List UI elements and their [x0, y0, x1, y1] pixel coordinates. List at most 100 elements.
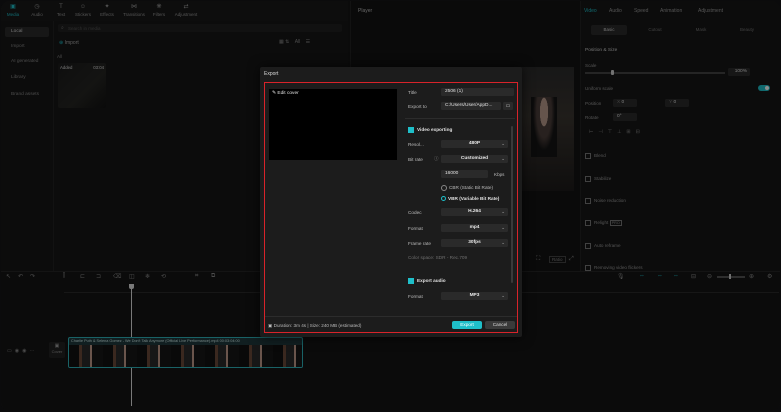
- toolbar-transitions[interactable]: ⋈ Transitions: [121, 4, 147, 17]
- split-left-icon[interactable]: ⊏: [80, 273, 85, 280]
- tab-audio[interactable]: Audio: [609, 8, 622, 14]
- stabilize-row[interactable]: Stabilize: [585, 176, 611, 182]
- sidebar-item-import[interactable]: Import: [5, 42, 49, 52]
- crop-icon[interactable]: ⌗: [195, 273, 198, 280]
- cancel-button[interactable]: Cancel: [485, 321, 515, 329]
- edit-cover-button[interactable]: ✎ Edit cover: [272, 91, 299, 96]
- noise-row[interactable]: Noise reduction: [585, 198, 626, 204]
- tab-video[interactable]: Video: [584, 8, 597, 14]
- toolbar-media[interactable]: ▣ Media: [3, 4, 23, 17]
- toolbar-stickers[interactable]: ☺ Stickers: [73, 4, 93, 17]
- select-tool-icon[interactable]: ↖: [6, 273, 11, 280]
- bitrate-input[interactable]: 16000: [441, 170, 488, 178]
- format-select[interactable]: mp4 ⌄: [441, 224, 508, 232]
- title-input[interactable]: 2506 (1): [441, 88, 514, 96]
- zoom-out-icon[interactable]: ⊖: [707, 273, 712, 280]
- freeze-icon[interactable]: ❄: [145, 273, 150, 280]
- cover-button[interactable]: ▣ Cover: [49, 342, 65, 358]
- relight-checkbox[interactable]: [585, 220, 591, 226]
- folder-icon[interactable]: ▭: [503, 102, 513, 110]
- mirror-icon[interactable]: ◫: [129, 273, 135, 280]
- subtab-mask[interactable]: Mask: [683, 25, 719, 35]
- preview-axis-icon[interactable]: ⊟: [691, 273, 696, 280]
- expand-icon[interactable]: ⤢: [569, 256, 574, 263]
- scale-slider[interactable]: [585, 70, 725, 75]
- link-icon[interactable]: ⇔: [639, 273, 645, 279]
- redo-icon[interactable]: ↷: [30, 273, 35, 280]
- eye-icon[interactable]: ◉: [15, 348, 22, 354]
- blend-checkbox[interactable]: [585, 153, 591, 159]
- cbr-radio-row[interactable]: CBR (Static Bit Rate): [441, 185, 493, 191]
- media-thumbnail[interactable]: Added 03:04: [58, 63, 106, 108]
- more-icon[interactable]: ⋯: [29, 348, 37, 354]
- tab-speed[interactable]: Speed: [634, 8, 648, 14]
- zoom-in-icon[interactable]: ⊕: [749, 273, 754, 280]
- stabilize-checkbox[interactable]: [585, 176, 591, 182]
- rotate-field[interactable]: 0°: [613, 113, 637, 121]
- sidebar-item-ai-generated[interactable]: AI generated: [5, 57, 49, 67]
- export-audio-row[interactable]: Export audio: [408, 278, 446, 284]
- subtab-cutout[interactable]: Cutout: [637, 25, 673, 35]
- timeline-settings-icon[interactable]: ⚙: [767, 273, 772, 280]
- import-button[interactable]: ⊕ Import: [59, 40, 79, 46]
- undo-icon[interactable]: ↶: [18, 273, 23, 280]
- cover-preview[interactable]: ✎ Edit cover: [269, 89, 397, 160]
- scale-value[interactable]: 100%: [728, 68, 750, 76]
- codec-select[interactable]: H.264 ⌄: [441, 208, 508, 216]
- zoom-slider-handle[interactable]: [729, 274, 731, 279]
- transform-icon[interactable]: ⧉: [211, 273, 215, 280]
- relight-row[interactable]: Relight PRO: [585, 220, 622, 227]
- subtab-beauty[interactable]: Beauty: [729, 25, 765, 35]
- reverse-icon[interactable]: ⟲: [161, 273, 166, 280]
- toolbar-effects[interactable]: ✦ Effects: [97, 4, 117, 17]
- sidebar-item-local[interactable]: Local: [5, 27, 49, 37]
- export-scrollbar[interactable]: [511, 126, 513, 283]
- scale-slider-handle[interactable]: [611, 70, 614, 75]
- zoom-slider[interactable]: [717, 274, 745, 279]
- toolbar-audio[interactable]: ◷ Audio: [27, 4, 47, 17]
- sidebar-item-brand-assets[interactable]: Brand assets: [5, 90, 49, 100]
- view-options[interactable]: ▦ ⇅ All ☰: [279, 39, 310, 45]
- vbr-radio-row[interactable]: VBR (Variable Bit Rate): [441, 196, 499, 202]
- toolbar-text[interactable]: T Text: [51, 4, 71, 17]
- record-icon[interactable]: 🎙: [617, 273, 625, 280]
- bitrate-select[interactable]: Customized ⌄: [441, 155, 508, 163]
- search-input[interactable]: ⌕ Search in media: [58, 24, 342, 32]
- toolbar-filters[interactable]: ❋ Filters: [149, 4, 169, 17]
- position-y-value: 0: [673, 100, 677, 105]
- resolution-select[interactable]: 480P ⌄: [441, 140, 508, 148]
- subtab-basic[interactable]: Basic: [591, 25, 627, 35]
- video-exporting-row[interactable]: Video exporting: [408, 127, 452, 133]
- export-path-input[interactable]: C:/Users/User/AppD...: [441, 102, 501, 110]
- ratio-button[interactable]: Ratio: [549, 256, 566, 263]
- auto-reframe-row[interactable]: Auto reframe: [585, 243, 621, 249]
- snap-icon[interactable]: ⇔: [673, 273, 679, 279]
- video-exporting-checkbox[interactable]: [408, 127, 414, 133]
- fullscreen-icon[interactable]: ⛶: [536, 256, 540, 263]
- export-audio-checkbox[interactable]: [408, 278, 414, 284]
- split-right-icon[interactable]: ⊐: [96, 273, 101, 280]
- export-button[interactable]: Export: [452, 321, 482, 329]
- lock-icon[interactable]: ▭: [7, 348, 15, 354]
- noise-checkbox[interactable]: [585, 198, 591, 204]
- auto-reframe-checkbox[interactable]: [585, 243, 591, 249]
- bitrate-label: Bit rate: [408, 157, 423, 162]
- magnet-icon[interactable]: ⇔: [657, 273, 663, 279]
- uniform-scale-toggle[interactable]: [758, 85, 770, 91]
- vbr-radio[interactable]: [441, 196, 446, 202]
- video-clip[interactable]: Charlie Puth & Selena Gomez - We Don't T…: [68, 337, 303, 368]
- blend-row[interactable]: Blend: [585, 153, 606, 159]
- cbr-radio[interactable]: [441, 185, 447, 191]
- align-icons[interactable]: ⊢⊣⊤⊥⊞⊟: [589, 129, 645, 135]
- tab-animation[interactable]: Animation: [660, 8, 682, 14]
- sidebar-item-library[interactable]: Library: [5, 73, 49, 83]
- delete-icon[interactable]: ⌫: [113, 273, 121, 280]
- split-icon[interactable]: ⫿: [63, 273, 65, 280]
- audio-format-select[interactable]: MP3 ⌄: [441, 292, 508, 300]
- toolbar-adjustment[interactable]: ⇄ Adjustment: [171, 4, 201, 17]
- tab-adjustment[interactable]: Adjustment: [698, 8, 723, 14]
- framerate-select[interactable]: 30fps ⌄: [441, 239, 508, 247]
- playhead-handle[interactable]: [129, 284, 134, 289]
- position-y-field[interactable]: Y 0: [665, 99, 689, 107]
- position-x-field[interactable]: X 0: [613, 99, 637, 107]
